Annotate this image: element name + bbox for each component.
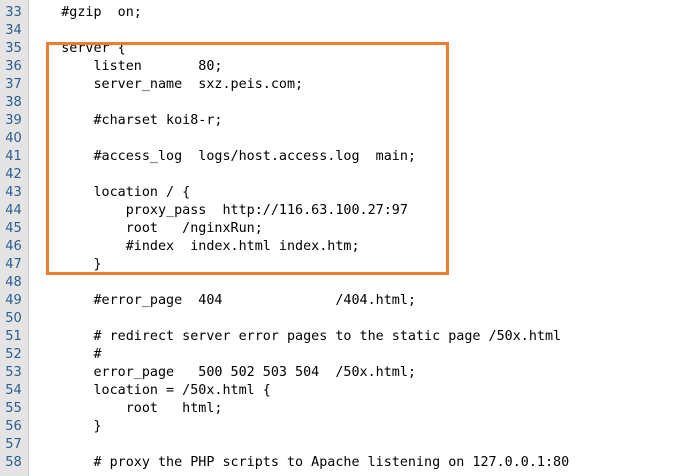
code-line: 53 error_page 500 502 503 504 /50x.html;	[0, 364, 685, 382]
code-line: 34	[0, 22, 685, 40]
line-number: 36	[5, 59, 22, 74]
code-line: 48	[0, 274, 685, 292]
code-text[interactable]: listen 80;	[29, 58, 222, 76]
code-line: 38	[0, 94, 685, 112]
line-number: 33	[5, 5, 22, 20]
line-number: 42	[5, 167, 22, 182]
line-number: 56	[5, 419, 22, 434]
code-text[interactable]: proxy_pass http://116.63.100.27:97	[29, 202, 408, 220]
code-text[interactable]: #charset koi8-r;	[29, 112, 222, 130]
line-number: 46	[5, 239, 22, 254]
code-line: 44 proxy_pass http://116.63.100.27:97	[0, 202, 685, 220]
code-line: 41 #access_log logs/host.access.log main…	[0, 148, 685, 166]
code-text[interactable]: }	[29, 256, 101, 274]
line-number: 53	[5, 365, 22, 380]
line-number: 39	[5, 113, 22, 128]
code-text[interactable]: location / {	[29, 184, 190, 202]
code-line: 55 root html;	[0, 400, 685, 418]
line-number: 43	[5, 185, 22, 200]
code-text[interactable]: #index index.html index.htm;	[29, 238, 360, 256]
line-number: 58	[5, 455, 22, 470]
code-line: 58 # proxy the PHP scripts to Apache lis…	[0, 454, 685, 472]
code-text[interactable]: location = /50x.html {	[29, 382, 270, 400]
code-text[interactable]: #error_page 404 /404.html;	[29, 292, 415, 310]
code-line: 36 listen 80;	[0, 58, 685, 76]
line-number: 54	[5, 383, 22, 398]
code-line: 42	[0, 166, 685, 184]
code-text[interactable]: #gzip on;	[29, 4, 142, 22]
line-number: 44	[5, 203, 22, 218]
code-line: 35 server {	[0, 40, 685, 58]
code-line: 40	[0, 130, 685, 148]
code-line: 54 location = /50x.html {	[0, 382, 685, 400]
code-text[interactable]: #	[29, 346, 101, 364]
line-number: 37	[5, 77, 22, 92]
code-text[interactable]: root html;	[29, 400, 223, 418]
code-text[interactable]: #access_log logs/host.access.log main;	[29, 148, 415, 166]
code-line: 45 root /nginxRun;	[0, 220, 685, 238]
code-line: 33 #gzip on;	[0, 4, 685, 22]
code-text[interactable]: # redirect server error pages to the sta…	[29, 328, 561, 346]
line-number: 47	[5, 257, 22, 272]
code-text[interactable]: }	[29, 418, 101, 436]
line-number: 55	[5, 401, 22, 416]
code-text[interactable]: error_page 500 502 503 504 /50x.html;	[29, 364, 415, 382]
code-line: 52 #	[0, 346, 685, 364]
code-line: 57	[0, 436, 685, 454]
code-line: 51 # redirect server error pages to the …	[0, 328, 685, 346]
line-number: 48	[5, 275, 22, 290]
line-number: 40	[5, 131, 22, 146]
code-text[interactable]: # proxy the PHP scripts to Apache listen…	[29, 454, 569, 472]
code-text[interactable]: server_name sxz.peis.com;	[29, 76, 303, 94]
code-line: 46 #index index.html index.htm;	[0, 238, 685, 256]
code-line: 49 #error_page 404 /404.html;	[0, 292, 685, 310]
line-number: 34	[5, 23, 22, 38]
code-line: 47 }	[0, 256, 685, 274]
code-line: 37 server_name sxz.peis.com;	[0, 76, 685, 94]
line-number: 50	[5, 311, 22, 326]
line-number: 51	[5, 329, 22, 344]
code-text[interactable]: server {	[29, 40, 126, 58]
line-number: 45	[5, 221, 22, 236]
code-line: 39 #charset koi8-r;	[0, 112, 685, 130]
line-number: 35	[5, 41, 22, 56]
code-text[interactable]: root /nginxRun;	[29, 220, 263, 238]
line-number: 52	[5, 347, 22, 362]
line-number: 41	[5, 149, 22, 164]
code-line: 50	[0, 310, 685, 328]
line-number: 49	[5, 293, 22, 308]
code-line: 56 }	[0, 418, 685, 436]
code-editor[interactable]: 33 #gzip on; 34 35 server {36 listen 80; 37…	[0, 0, 685, 476]
line-number: 57	[5, 437, 22, 452]
code-line: 43 location / {	[0, 184, 685, 202]
line-number: 38	[5, 95, 22, 110]
